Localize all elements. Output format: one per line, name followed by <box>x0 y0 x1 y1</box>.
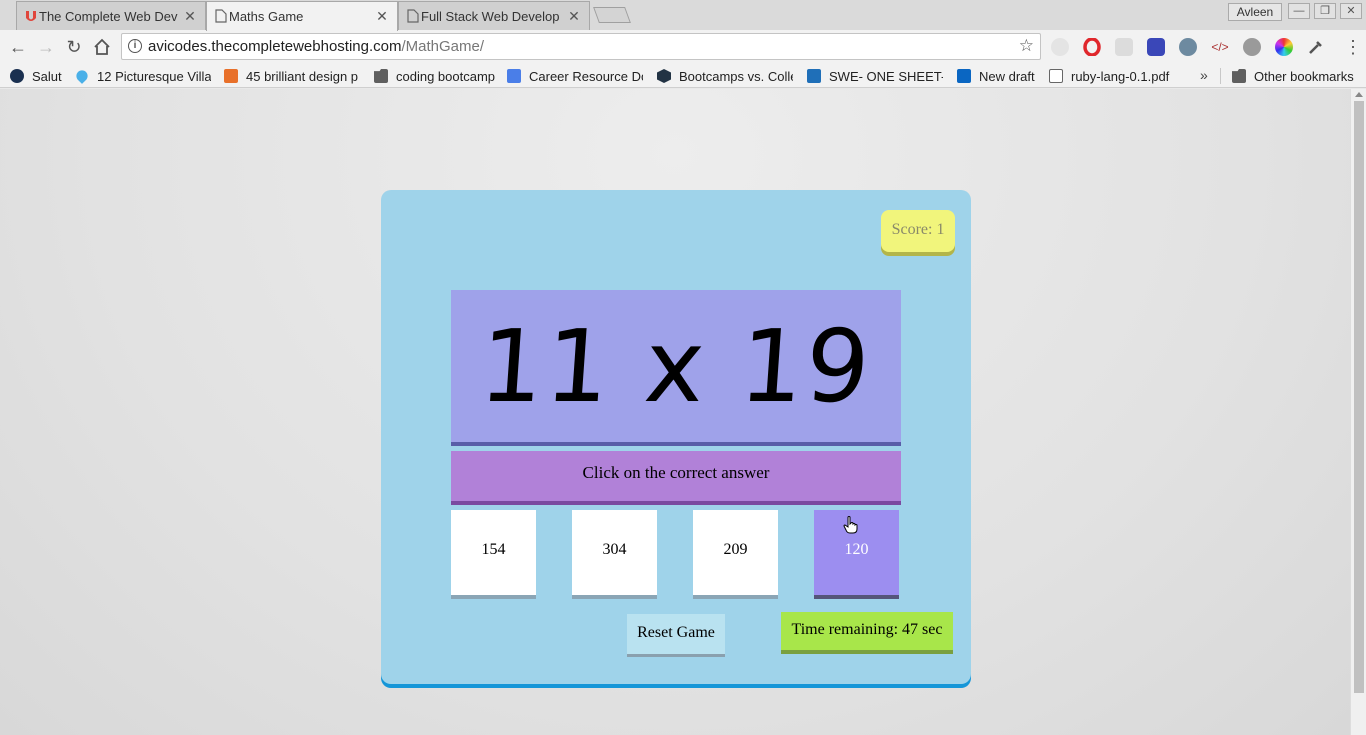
url-text: avicodes.thecompletewebhosting.com/MathG… <box>148 38 484 55</box>
answer-choice-2[interactable]: 304 <box>572 510 657 595</box>
hexagon-icon <box>657 69 671 83</box>
forward-icon[interactable]: → <box>36 38 56 56</box>
docs-icon <box>507 69 521 83</box>
close-icon[interactable]: ✕ <box>183 8 197 24</box>
time-remaining-box: Time remaining: 47 sec <box>781 612 953 650</box>
url-path: /MathGame/ <box>401 38 485 55</box>
extension-icon-1[interactable] <box>1051 38 1069 56</box>
question-box: 11 x 19 <box>451 290 901 442</box>
bookmark-label: 45 brilliant design p <box>246 68 359 84</box>
salut-icon <box>10 69 24 83</box>
check-extension-icon[interactable] <box>1179 38 1197 56</box>
folder-icon <box>1232 69 1246 83</box>
color-wheel-icon[interactable] <box>1275 38 1293 56</box>
bookmark-item[interactable]: ruby-lang-0.1.pdf <box>1049 67 1171 85</box>
bookmark-label: 12 Picturesque Villag <box>97 68 211 84</box>
bookmark-label: ruby-lang-0.1.pdf <box>1071 68 1170 84</box>
back-icon[interactable]: ← <box>8 38 28 56</box>
more-bookmarks-icon[interactable]: » <box>1200 67 1208 83</box>
bookmark-item[interactable]: Career Resource Do <box>507 67 643 85</box>
udemy-icon <box>24 9 38 23</box>
bookmark-label: Other bookmarks <box>1254 68 1354 84</box>
tab-title: The Complete Web Dev <box>39 8 178 24</box>
bookmark-separator <box>1220 68 1221 84</box>
browser-menu-icon[interactable]: ⋮ <box>1344 38 1362 56</box>
bookmark-item[interactable]: 45 brilliant design p <box>224 67 360 85</box>
bookmark-folder[interactable]: coding bootcamp <box>374 67 498 85</box>
scroll-up-icon[interactable] <box>1355 92 1363 97</box>
bookmark-item[interactable]: New draft <box>957 67 1039 85</box>
instruction-box: Click on the correct answer <box>451 451 901 501</box>
tab-full-stack[interactable]: Full Stack Web Develop ✕ <box>398 1 590 30</box>
answer-choice-1[interactable]: 154 <box>451 510 536 595</box>
folder-icon <box>374 69 388 83</box>
maximize-icon[interactable]: ❐ <box>1314 3 1336 19</box>
game-container: Score: 1 11 x 19 Click on the correct an… <box>381 190 971 684</box>
hand-cursor-icon <box>843 516 858 534</box>
tab-title: Full Stack Web Develop <box>421 8 560 24</box>
vertical-scrollbar[interactable] <box>1350 89 1366 735</box>
bookmark-item[interactable]: 12 Picturesque Villag <box>75 67 211 85</box>
page-icon <box>1049 69 1063 83</box>
answer-choice-3[interactable]: 209 <box>693 510 778 595</box>
extension-icon-4[interactable] <box>1147 38 1165 56</box>
eyedropper-icon[interactable] <box>1307 38 1325 56</box>
close-icon[interactable]: ✕ <box>567 8 581 24</box>
new-tab-button[interactable] <box>593 7 631 23</box>
opera-icon[interactable] <box>1083 37 1101 57</box>
bookmark-label: SWE- ONE SHEET-w <box>829 68 943 84</box>
bookmark-label: Salut <box>32 68 62 84</box>
question-text: 11 x 19 <box>476 307 876 425</box>
home-icon[interactable] <box>92 38 112 56</box>
bookmark-label: Career Resource Do <box>529 68 643 84</box>
linkedin-icon <box>957 69 971 83</box>
bookmark-label: coding bootcamp <box>396 68 496 84</box>
cb-icon <box>224 69 238 83</box>
bookmark-star-icon[interactable]: ☆ <box>1019 36 1034 56</box>
url-host: avicodes.thecompletewebhosting.com <box>148 38 402 55</box>
page-icon <box>214 9 228 23</box>
page-viewport: Score: 1 11 x 19 Click on the correct an… <box>0 89 1350 735</box>
tab-strip: The Complete Web Dev ✕ Maths Game ✕ Full… <box>0 0 1366 31</box>
browser-toolbar: ← → ↻ i avicodes.thecompletewebhosting.c… <box>0 30 1366 64</box>
reset-game-button[interactable]: Reset Game <box>627 614 725 654</box>
info-icon[interactable]: i <box>128 39 142 53</box>
window-close-icon[interactable]: ✕ <box>1340 3 1362 19</box>
reload-icon[interactable]: ↻ <box>64 38 84 56</box>
bookmark-item[interactable]: Salut <box>10 67 70 85</box>
box-icon <box>807 69 821 83</box>
tab-complete-web-dev[interactable]: The Complete Web Dev ✕ <box>16 1 206 30</box>
code-extension-icon[interactable]: </> <box>1211 38 1229 56</box>
bookmark-item[interactable]: Bootcamps vs. Colle <box>657 67 793 85</box>
bookmark-label: Bootcamps vs. Colle <box>679 68 793 84</box>
bookmark-label: New draft <box>979 68 1035 84</box>
scroll-thumb[interactable] <box>1354 101 1364 693</box>
extension-icon-3[interactable] <box>1115 38 1133 56</box>
tab-title: Maths Game <box>229 9 304 24</box>
page-icon <box>406 9 420 23</box>
extension-icon-7[interactable] <box>1243 38 1261 56</box>
bookmark-item[interactable]: SWE- ONE SHEET-w <box>807 67 943 85</box>
bookmarks-bar: Salut 12 Picturesque Villag 45 brilliant… <box>0 64 1366 88</box>
address-bar[interactable]: i avicodes.thecompletewebhosting.com/Mat… <box>121 33 1041 60</box>
profile-button[interactable]: Avleen <box>1228 3 1282 21</box>
score-box: Score: 1 <box>881 210 955 252</box>
tab-maths-game[interactable]: Maths Game ✕ <box>206 1 398 31</box>
close-icon[interactable]: ✕ <box>375 8 389 24</box>
other-bookmarks-folder[interactable]: Other bookmarks <box>1232 67 1356 85</box>
map-pin-icon <box>75 68 90 84</box>
minimize-icon[interactable]: — <box>1288 3 1310 19</box>
